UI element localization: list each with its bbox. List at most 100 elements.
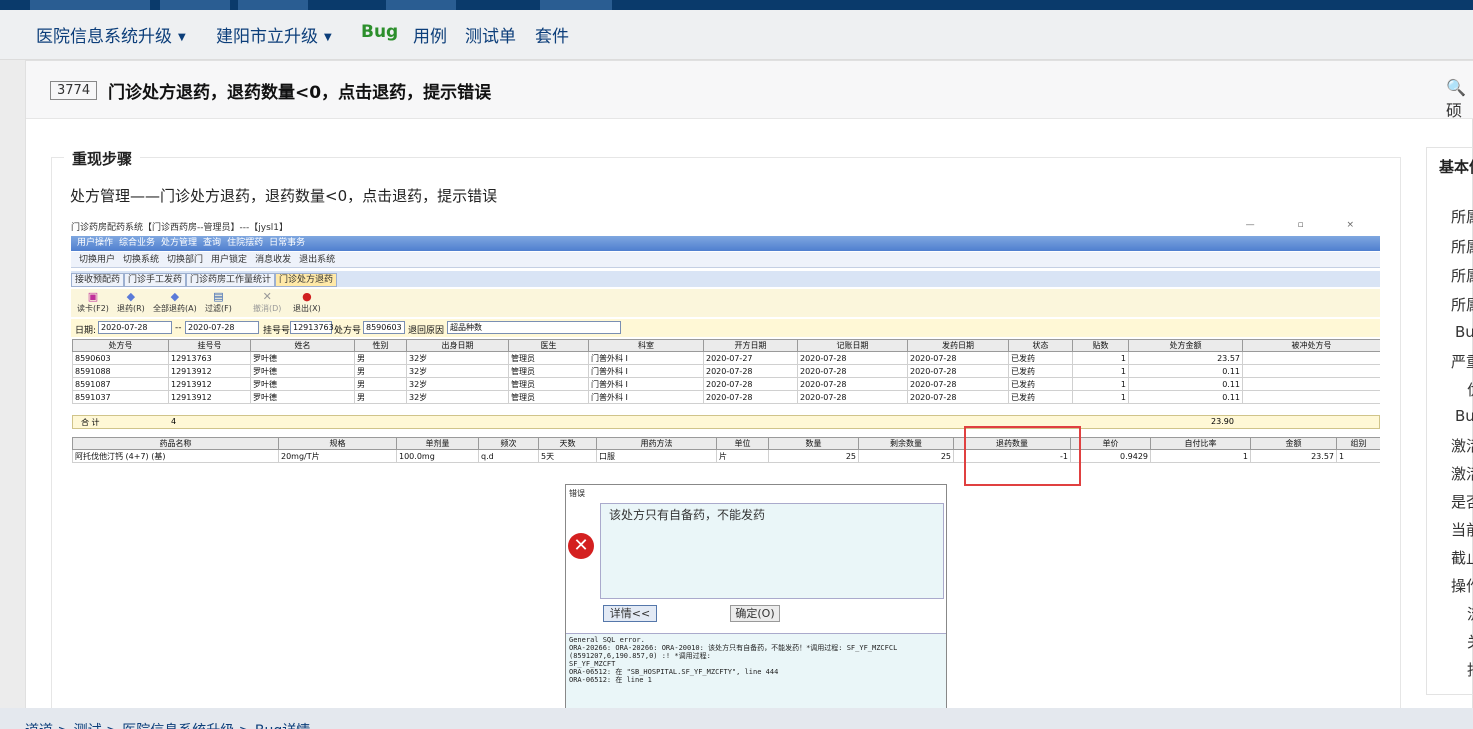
undo-icon: ✕: [262, 290, 272, 303]
column-header: 单价: [1070, 437, 1151, 450]
table-cell: 8591087: [72, 377, 169, 391]
table-cell: 20mg/T片: [278, 449, 397, 463]
column-header: 发药日期: [907, 339, 1009, 352]
table-cell: 12913912: [168, 364, 251, 378]
table-cell: 门普外科 I: [588, 351, 704, 365]
bug-title: 门诊处方退药，退药数量<0，点击退药，提示错误: [108, 83, 492, 103]
app-tab: 门诊药房工作量统计: [186, 273, 276, 287]
table-cell: 1: [1072, 377, 1129, 391]
search-button[interactable]: 🔍硕: [1446, 78, 1473, 121]
table-cell: [1242, 364, 1380, 378]
app-toolbar-item: 切换部门: [167, 255, 204, 265]
app-toolbar: 切换用户 切换系统 切换部门 用户锁定 消息收发 退出系统: [71, 252, 1380, 268]
table-cell: 2020-07-28: [703, 377, 798, 391]
app-menu-item: 用户操作: [77, 238, 114, 248]
header-tab[interactable]: [160, 0, 230, 10]
table-row: 8590603 12913763 罗叶德男 32岁 管理员 门普外科 I 2020-07-2…: [72, 351, 1380, 365]
breadcrumb-text[interactable]: 道道 > 测试 > 医院信息系统升级 > Bug详情: [25, 720, 310, 729]
repro-steps-legend: 重现步骤: [64, 148, 141, 169]
table-cell: 32岁: [406, 390, 509, 404]
exit-icon: ●: [302, 290, 312, 303]
info-row-label: 优: [1467, 379, 1473, 400]
header-tab[interactable]: [540, 0, 612, 10]
table-cell: 1: [1072, 364, 1129, 378]
info-row-label: 当前: [1451, 521, 1473, 539]
total-count: 4: [171, 417, 177, 426]
reason-field: 超品种数: [447, 321, 621, 334]
app-tabs: 接收预配药 门诊手工发药 门诊药房工作量统计 门诊处方退药: [71, 271, 1380, 287]
pill-icon: ◆: [126, 290, 136, 303]
column-header: 处方号: [72, 339, 169, 352]
error-dialog: 错误 ✕ 该处方只有自备药，不能发药 详情<< 确定(O) General SQ…: [565, 484, 947, 708]
product-dropdown[interactable]: 医院信息系统升级 ▼: [36, 22, 186, 47]
table-cell: 门普外科 I: [588, 377, 704, 391]
app-tab-active: 门诊处方退药: [275, 273, 338, 287]
date-separator: --: [175, 323, 182, 333]
app-toolbar-item: 切换系统: [123, 255, 160, 265]
search-label: 硕: [1446, 101, 1463, 120]
action-label: 退出(X): [293, 304, 321, 313]
project-dropdown[interactable]: 建阳市立升级 ▼: [216, 22, 332, 47]
app-tab: 门诊手工发药: [124, 273, 187, 287]
info-row-label: Bu: [1455, 407, 1473, 425]
basic-info-title: 基本信息: [1439, 158, 1473, 176]
bug-id-badge: 3774: [50, 81, 98, 100]
info-row-label: 所属: [1451, 296, 1473, 314]
nav-tab-bug[interactable]: Bug: [361, 22, 398, 42]
total-amount: 23.90: [1211, 417, 1234, 426]
table-cell: 已发药: [1008, 377, 1073, 391]
header-tab[interactable]: [238, 0, 308, 10]
info-row-label: 指: [1467, 659, 1473, 680]
action-label: 过滤(F): [205, 304, 232, 313]
bug-title-bar: 3774 门诊处方退药，退药数量<0，点击退药，提示错误 🔍硕: [26, 61, 1473, 121]
app-window-title: 门诊药房配药系统【门诊西药房--管理员】---【jysl1】: [71, 223, 288, 233]
table-cell: 32岁: [406, 351, 509, 365]
table-cell: 2020-07-28: [907, 351, 1009, 365]
table-cell: 32岁: [406, 364, 509, 378]
prescription-grid: 处方号 挂号号 姓名 性别 出身日期 医生 科室 开方日期 记账日期 发药日期 状态 贴数 处方金额 被冲…: [72, 339, 1380, 404]
column-header: 科室: [588, 339, 704, 352]
table-cell: 23.57: [1128, 351, 1243, 365]
table-cell: 8591088: [72, 364, 169, 378]
nav-tab-testtask[interactable]: 测试单: [465, 22, 516, 47]
pill-icon: ◆: [170, 290, 180, 303]
nav-tab-suite[interactable]: 套件: [535, 22, 569, 47]
table-cell: 12913763: [168, 351, 251, 365]
info-row-label: 严重: [1451, 353, 1473, 371]
table-cell: 2020-07-28: [797, 390, 908, 404]
column-header: 记账日期: [797, 339, 908, 352]
table-row: 8591088 12913912 罗叶德男 32岁 管理员 门普外科 I 2020-07-2…: [72, 364, 1380, 378]
action-filter: ▤ 过滤(F): [205, 291, 232, 314]
table-cell: 口服: [596, 449, 717, 463]
app-menubar: 用户操作 综合业务 处方管理 查询 住院摆药 日常事务: [71, 236, 1380, 251]
action-readcard: ▣ 读卡(F2): [77, 291, 109, 314]
table-cell: 管理员: [508, 351, 589, 365]
table-cell: 罗叶德: [250, 390, 355, 404]
info-row-label: 所属: [1451, 208, 1473, 226]
table-cell: 已发药: [1008, 364, 1073, 378]
info-row-label: 激活: [1451, 437, 1473, 455]
info-row-label: 是否: [1451, 493, 1473, 511]
nav-tab-cases[interactable]: 用例: [413, 22, 447, 47]
reg-field: 12913763: [290, 321, 334, 334]
column-header: 金额: [1250, 437, 1337, 450]
action-return: ◆ 退药(R): [117, 291, 145, 314]
table-cell: [1242, 390, 1380, 404]
column-header: 单位: [716, 437, 769, 450]
table-cell: 2020-07-28: [797, 377, 908, 391]
project-dropdown-label: 建阳市立升级: [216, 27, 318, 47]
drug-detail-grid: 药品名称 规格 单剂量 频次 天数 用药方法 单位 数量 剩余数量 退药数量 单价 自付比率 金额 组别 …: [72, 437, 1380, 463]
table-cell: 1: [1336, 449, 1380, 463]
table-cell: 12913912: [168, 390, 251, 404]
details-button: 详情<<: [603, 605, 657, 622]
table-cell: 32岁: [406, 377, 509, 391]
column-header: 出身日期: [406, 339, 509, 352]
info-row-label: 所属: [1451, 238, 1473, 256]
action-label: 撤消(D): [253, 304, 282, 313]
table-cell: 5天: [538, 449, 597, 463]
header-tab[interactable]: [386, 0, 456, 10]
error-message: 该处方只有自备药，不能发药: [600, 503, 944, 599]
table-cell: 23.57: [1250, 449, 1337, 463]
header-tab[interactable]: [30, 0, 150, 10]
table-cell: 2020-07-28: [703, 364, 798, 378]
